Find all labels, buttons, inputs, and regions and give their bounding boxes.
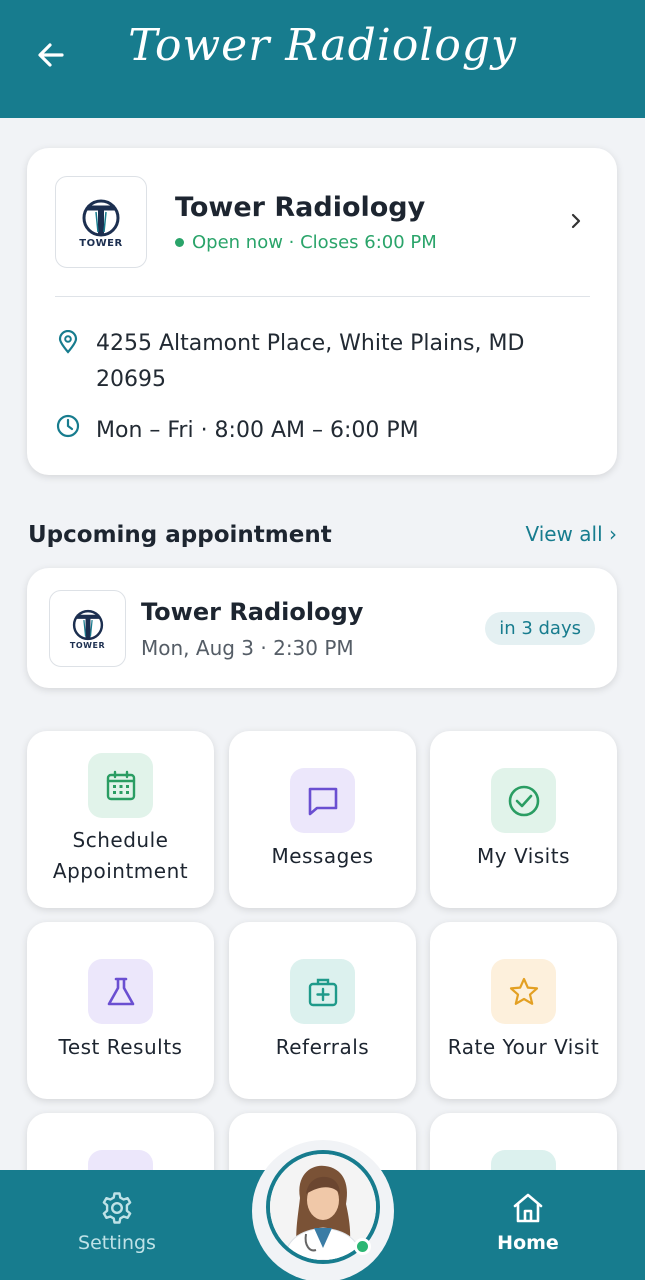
nav-settings-label: Settings [78,1232,156,1254]
location-hours: Mon – Fri · 8:00 AM – 6:00 PM [96,418,419,443]
tile-label: Schedule Appointment [27,825,214,887]
tile-test-results[interactable]: Test Results [27,922,214,1099]
tower-logo-icon [82,199,120,236]
map-pin-icon [58,330,78,354]
tile-my-visits[interactable]: My Visits [430,731,617,908]
flask-icon [88,959,153,1024]
open-status: Open now · Closes 6:00 PM [175,232,437,253]
open-status-text: Open now · Closes 6:00 PM [192,232,437,253]
tower-logo-icon [72,609,103,641]
location-logo: TOWER [55,176,147,268]
clock-icon [56,414,80,438]
tile-label-line-2: Appointment [52,859,189,883]
home-icon [513,1193,543,1223]
tile-referrals[interactable]: Referrals [229,922,416,1099]
location-address: 4255 Altamont Place, White Plains, MD 20… [96,331,525,392]
tile-label-line-1: Schedule [72,828,169,852]
header-title: Tower Radiology [128,20,517,71]
location-card[interactable]: TOWER Tower Radiology Open now · Closes … [27,148,617,475]
gear-icon [102,1192,132,1224]
view-all-link[interactable]: View all › [525,522,617,546]
open-status-dot [175,238,184,247]
tile-messages[interactable]: Messages [229,731,416,908]
location-name: Tower Radiology [175,192,426,223]
section-title-upcoming: Upcoming appointment [28,522,332,548]
check-circle-icon [491,768,556,833]
nav-home-label: Home [497,1232,559,1254]
appointment-datetime: Mon, Aug 3 · 2:30 PM [141,636,354,660]
tile-rate-your-visit[interactable]: Rate Your Visit [430,922,617,1099]
calendar-icon [88,753,153,818]
tile-label: Messages [271,844,374,868]
tile-label: Referrals [275,1035,370,1059]
logo-text: TOWER [79,237,123,249]
nav-home[interactable]: Home [453,1190,603,1254]
card-divider [55,296,590,297]
chevron-right-icon[interactable] [567,212,585,230]
star-icon [491,959,556,1024]
tile-label: Test Results [58,1035,183,1059]
nav-settings[interactable]: Settings [42,1190,192,1254]
tile-label: Rate Your Visit [447,1035,600,1059]
appointment-badge: in 3 days [485,612,595,645]
appointment-name: Tower Radiology [141,598,364,626]
appointment-logo: TOWER [49,590,126,667]
app-header: Tower Radiology [0,0,645,118]
online-status-dot [354,1238,371,1255]
message-icon [290,768,355,833]
appointment-card[interactable]: TOWER Tower Radiology Mon, Aug 3 · 2:30 … [27,568,617,688]
medical-kit-icon [290,959,355,1024]
tile-schedule-appointment[interactable]: Schedule Appointment [27,731,214,908]
logo-text: TOWER [69,641,106,650]
tile-label: My Visits [477,844,570,868]
